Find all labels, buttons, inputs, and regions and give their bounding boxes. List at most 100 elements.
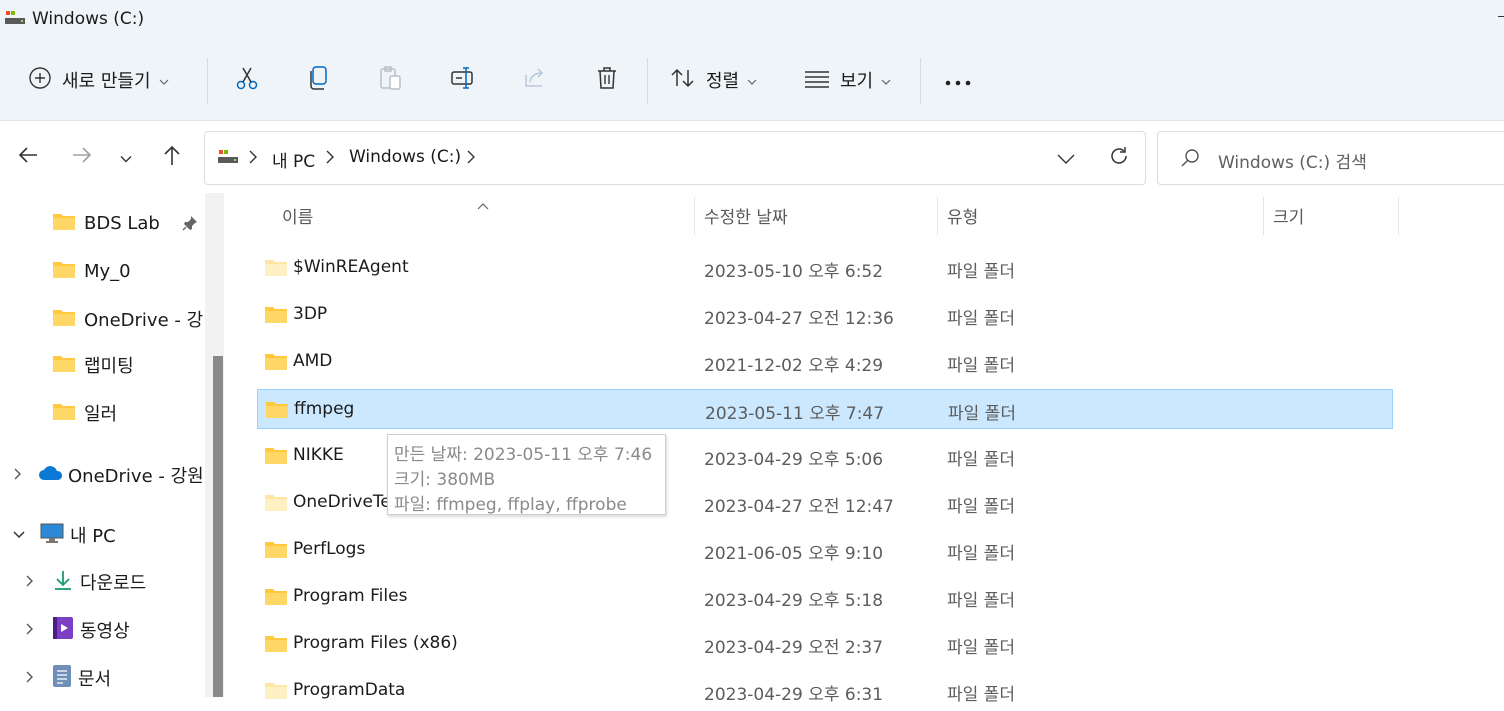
file-row[interactable]: PerfLogs 2021-06-05 오후 9:10 파일 폴더 — [257, 530, 1393, 570]
copy-button[interactable] — [306, 40, 332, 120]
refresh-icon[interactable] — [1108, 145, 1130, 171]
document-icon — [52, 664, 72, 692]
search-icon — [1180, 148, 1200, 172]
drive-icon — [4, 8, 26, 30]
folder-icon — [264, 257, 288, 281]
file-name: NIKKE — [293, 445, 344, 465]
forward-button[interactable] — [68, 143, 96, 171]
column-header-modified[interactable]: 수정한 날짜 — [704, 203, 788, 228]
more-options-button[interactable] — [944, 40, 972, 120]
address-history-dropdown[interactable] — [1057, 150, 1075, 169]
pin-icon[interactable] — [182, 215, 198, 235]
sidebar-item-label: OneDrive - 강원대 — [68, 466, 204, 487]
recent-locations-button[interactable] — [112, 143, 140, 171]
file-name: ProgramData — [293, 680, 406, 700]
arrow-right-icon — [71, 146, 93, 168]
share-button[interactable] — [522, 40, 548, 120]
chevron-right-icon[interactable] — [24, 621, 36, 640]
file-type: 파일 폴더 — [947, 638, 1015, 658]
up-button[interactable] — [158, 143, 186, 171]
sidebar-item-this-pc[interactable]: 내 PC — [0, 515, 204, 555]
minimize-button[interactable] — [1498, 16, 1504, 17]
sidebar-item-label: 문서 — [78, 669, 112, 690]
clipboard-icon — [378, 65, 404, 95]
folder-icon — [264, 633, 288, 657]
chevron-right-icon[interactable] — [12, 466, 24, 485]
paste-button[interactable] — [378, 40, 404, 120]
cut-button[interactable] — [234, 40, 260, 120]
file-row[interactable]: ffmpeg 2023-05-11 오후 7:47 파일 폴더 — [257, 389, 1393, 429]
file-row[interactable]: ProgramData 2023-04-29 오후 6:31 파일 폴더 — [257, 671, 1393, 711]
sidebar-item-my-0[interactable]: My_0 — [0, 251, 204, 291]
column-divider[interactable] — [937, 197, 938, 235]
breadcrumb-separator-icon — [326, 149, 334, 168]
new-button[interactable]: 새로 만들기 — [28, 40, 169, 120]
chevron-right-icon[interactable] — [24, 573, 36, 592]
sidebar-item-label: BDS Lab — [84, 212, 160, 234]
command-bar: 새로 만들기 정렬 보기 — [0, 40, 1504, 121]
folder-icon — [52, 307, 76, 331]
chevron-down-icon — [881, 71, 891, 90]
folder-icon — [265, 399, 289, 423]
file-type: 파일 폴더 — [947, 497, 1015, 517]
column-divider[interactable] — [1263, 197, 1264, 235]
file-type: 파일 폴더 — [947, 685, 1015, 705]
file-row[interactable]: Program Files 2023-04-29 오후 5:18 파일 폴더 — [257, 577, 1393, 617]
video-icon — [52, 616, 74, 644]
file-name: Program Files (x86) — [293, 633, 458, 653]
window-title: Windows (C:) — [32, 9, 145, 29]
chevron-down-icon[interactable] — [12, 526, 26, 545]
arrow-left-icon — [17, 146, 39, 168]
rename-button[interactable] — [450, 40, 476, 120]
view-button[interactable]: 보기 — [804, 40, 891, 120]
folder-icon — [264, 351, 288, 375]
breadcrumb-separator-icon — [249, 149, 257, 168]
file-row[interactable]: AMD 2021-12-02 오후 4:29 파일 폴더 — [257, 342, 1393, 382]
address-bar[interactable]: 내 PC Windows (C:) — [204, 131, 1146, 185]
column-divider[interactable] — [694, 197, 695, 235]
sidebar-item-onedrive[interactable]: OneDrive - 강원대 — [0, 455, 204, 495]
file-modified-date: 2023-04-29 오전 2:37 — [704, 638, 884, 658]
rename-icon — [450, 65, 476, 95]
file-tooltip: 만든 날짜: 2023-05-11 오후 7:46 크기: 380MB 파일: … — [387, 434, 666, 515]
chevron-down-icon — [159, 71, 169, 90]
sidebar-item-lab-meeting[interactable]: 랩미팅 — [0, 345, 204, 385]
file-type: 파일 폴더 — [947, 356, 1015, 376]
back-button[interactable] — [14, 143, 42, 171]
sidebar-item-bds-lab[interactable]: BDS Lab — [0, 203, 204, 243]
file-modified-date: 2023-05-11 오후 7:47 — [705, 404, 885, 424]
file-row[interactable]: Program Files (x86) 2023-04-29 오전 2:37 파일 … — [257, 624, 1393, 664]
column-header-name[interactable]: 이름 — [282, 203, 313, 228]
column-header-size[interactable]: 크기 — [1273, 203, 1304, 228]
ellipsis-icon — [944, 71, 972, 90]
file-modified-date: 2023-04-29 오후 5:18 — [704, 591, 884, 611]
sidebar-item-label: 다운로드 — [80, 573, 147, 594]
navigation-bar: 내 PC Windows (C:) Windows (C:) 검색 — [0, 121, 1504, 193]
delete-button[interactable] — [594, 40, 620, 120]
share-icon — [522, 65, 548, 95]
breadcrumb-this-pc[interactable]: 내 PC — [272, 147, 315, 172]
folder-icon — [264, 680, 288, 704]
title-bar: Windows (C:) — [0, 0, 1504, 40]
file-modified-date: 2023-05-10 오후 6:52 — [704, 262, 884, 282]
column-divider[interactable] — [1398, 197, 1399, 235]
folder-icon — [264, 304, 288, 328]
sort-button[interactable]: 정렬 — [670, 40, 757, 120]
file-row[interactable]: $WinREAgent 2023-05-10 오후 6:52 파일 폴더 — [257, 248, 1393, 288]
search-input[interactable]: Windows (C:) 검색 — [1157, 131, 1504, 185]
sidebar-scrollbar-thumb[interactable] — [213, 356, 223, 697]
file-row[interactable]: 3DP 2023-04-27 오전 12:36 파일 폴더 — [257, 295, 1393, 335]
sidebar-item-onedrive-folder[interactable]: OneDrive - 강원 — [0, 299, 204, 339]
computer-icon — [40, 522, 64, 548]
sidebar-item-downloads[interactable]: 다운로드 — [0, 562, 204, 602]
chevron-right-icon[interactable] — [24, 669, 36, 688]
sidebar-item-documents[interactable]: 문서 — [0, 658, 204, 698]
sidebar-item-illustrator[interactable]: 일러 — [0, 393, 204, 433]
drive-icon — [217, 148, 239, 168]
sidebar-item-videos[interactable]: 동영상 — [0, 610, 204, 650]
column-header-type[interactable]: 유형 — [947, 203, 978, 228]
view-button-label: 보기 — [840, 71, 874, 92]
breadcrumb-windows-c[interactable]: Windows (C:) — [349, 147, 461, 167]
file-name: AMD — [293, 351, 333, 371]
toolbar-divider — [920, 58, 921, 104]
